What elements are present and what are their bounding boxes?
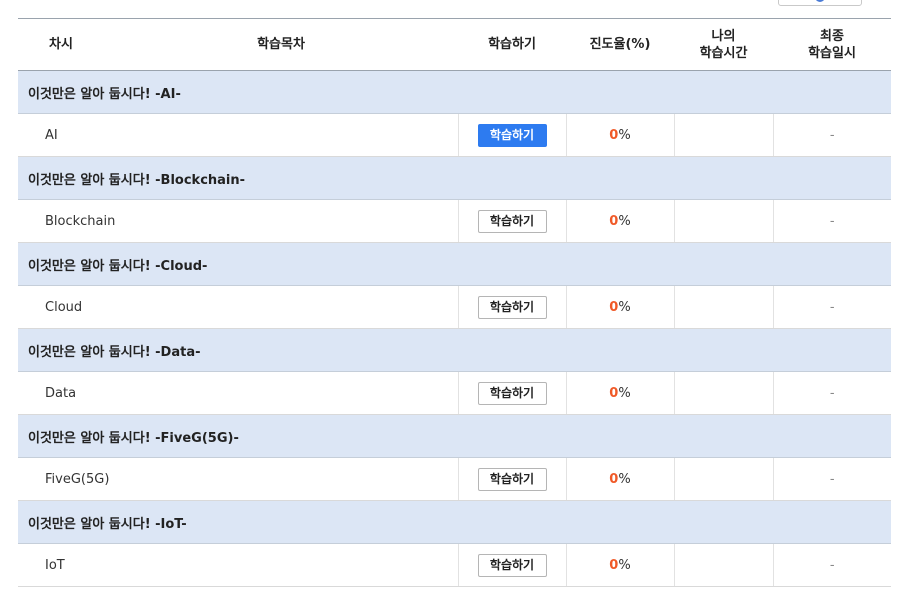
lesson-row: AI 학습하기 0% - (18, 113, 891, 157)
study-cell: 학습하기 (457, 457, 566, 501)
study-button[interactable]: 학습하기 (477, 381, 547, 405)
chapter-row: 이것만은 알아 둡시다! -Cloud- (18, 242, 891, 286)
lesson-title: FiveG(5G) (18, 457, 458, 501)
chapter-title: 이것만은 알아 둡시다! -AI- (18, 70, 891, 114)
col-header-study: 학습하기 (458, 18, 566, 71)
lesson-row: Cloud 학습하기 0% - (18, 285, 891, 329)
table-header-row: 차시 학습목차 학습하기 진도율(%) 나의 학습시간 최종 학습일시 (18, 18, 891, 71)
my-study-time (673, 113, 773, 157)
study-cell: 학습하기 (457, 285, 566, 329)
my-study-time (673, 199, 773, 243)
study-button[interactable]: 학습하기 (477, 209, 547, 233)
my-study-time (673, 457, 773, 501)
chapter-title: 이것만은 알아 둡시다! -Cloud- (18, 242, 891, 286)
chapter-row: 이것만은 알아 둡시다! -AI- (18, 70, 891, 114)
last-studied: - (772, 457, 891, 501)
study-cell: 학습하기 (457, 113, 566, 157)
study-button[interactable]: 학습하기 (477, 467, 547, 491)
my-study-time (673, 285, 773, 329)
progress-unit: % (618, 557, 631, 573)
progress-cell: 0% (565, 371, 674, 415)
last-studied: - (772, 199, 891, 243)
chapter-title: 이것만은 알아 둡시다! -IoT- (18, 500, 891, 544)
chapter-row: 이것만은 알아 둡시다! -Blockchain- (18, 156, 891, 200)
progress-unit: % (618, 213, 631, 229)
study-cell: 학습하기 (457, 543, 566, 587)
my-study-time (673, 371, 773, 415)
lesson-title: AI (18, 113, 458, 157)
progress-cell: 0% (565, 199, 674, 243)
last-studied: - (772, 113, 891, 157)
lesson-title: Data (18, 371, 458, 415)
progress-unit: % (618, 471, 631, 487)
study-button[interactable]: 학습하기 (477, 553, 547, 577)
lesson-row: Blockchain 학습하기 0% - (18, 199, 891, 243)
col-header-last-studied: 최종 학습일시 (773, 18, 891, 71)
refresh-icon (815, 0, 825, 2)
lesson-title: Blockchain (18, 199, 458, 243)
my-study-time (673, 543, 773, 587)
lesson-row: FiveG(5G) 학습하기 0% - (18, 457, 891, 501)
progress-cell: 0% (565, 285, 674, 329)
chapter-row: 이것만은 알아 둡시다! -IoT- (18, 500, 891, 544)
chapter-row: 이것만은 알아 둡시다! -FiveG(5G)- (18, 414, 891, 458)
progress-value: 0 (609, 213, 619, 229)
lesson-title: Cloud (18, 285, 458, 329)
last-studied: - (772, 543, 891, 587)
progress-value: 0 (609, 127, 619, 143)
lesson-title: IoT (18, 543, 458, 587)
progress-unit: % (618, 127, 631, 143)
study-button[interactable]: 학습하기 (477, 123, 547, 147)
chapter-title: 이것만은 알아 둡시다! -Blockchain- (18, 156, 891, 200)
col-header-my-time: 나의 학습시간 (674, 18, 773, 71)
last-studied: - (772, 285, 891, 329)
progress-cell: 0% (565, 457, 674, 501)
progress-cell: 0% (565, 543, 674, 587)
progress-unit: % (618, 299, 631, 315)
top-action-button[interactable] (778, 0, 862, 6)
lesson-row: IoT 학습하기 0% - (18, 543, 891, 587)
chapter-row: 이것만은 알아 둡시다! -Data- (18, 328, 891, 372)
lesson-table: 차시 학습목차 학습하기 진도율(%) 나의 학습시간 최종 학습일시 이것만은… (18, 18, 891, 587)
col-header-contents: 학습목차 (104, 18, 458, 71)
lesson-row: Data 학습하기 0% - (18, 371, 891, 415)
progress-unit: % (618, 385, 631, 401)
progress-value: 0 (609, 471, 619, 487)
progress-value: 0 (609, 299, 619, 315)
study-cell: 학습하기 (457, 199, 566, 243)
col-header-progress: 진도율(%) (566, 18, 674, 71)
chapter-title: 이것만은 알아 둡시다! -FiveG(5G)- (18, 414, 891, 458)
col-header-session: 차시 (18, 18, 104, 71)
progress-cell: 0% (565, 113, 674, 157)
chapter-title: 이것만은 알아 둡시다! -Data- (18, 328, 891, 372)
progress-value: 0 (609, 557, 619, 573)
last-studied: - (772, 371, 891, 415)
study-cell: 학습하기 (457, 371, 566, 415)
study-button[interactable]: 학습하기 (477, 295, 547, 319)
progress-value: 0 (609, 385, 619, 401)
